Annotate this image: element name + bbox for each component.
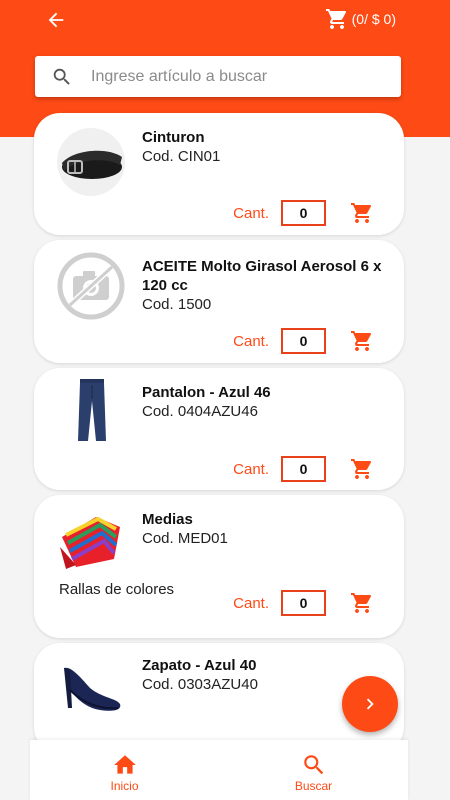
quantity-row: Cant. [233, 328, 374, 354]
quantity-input[interactable] [281, 590, 326, 616]
product-title: Pantalon - Azul 46 [142, 384, 271, 401]
product-card[interactable]: ACEITE Molto Girasol Aerosol 6 x 120 cc … [34, 240, 404, 363]
shoe-image [56, 654, 126, 724]
quantity-row: Cant. [233, 456, 374, 482]
product-title: ACEITE Molto Girasol Aerosol 6 x 120 cc [142, 258, 382, 294]
no-image-placeholder [56, 251, 126, 321]
add-to-cart-icon [351, 593, 372, 613]
quantity-label: Cant. [233, 204, 269, 222]
add-to-cart-button[interactable] [350, 457, 374, 481]
chevron-right-icon [366, 698, 374, 710]
back-button[interactable] [40, 6, 72, 34]
pants-image [56, 375, 126, 445]
nav-item-inicio[interactable]: Inicio [30, 740, 219, 800]
product-title: Cinturon [142, 129, 205, 146]
product-title: Zapato - Azul 40 [142, 657, 257, 674]
add-to-cart-icon [351, 459, 372, 479]
search-icon [53, 68, 70, 85]
belt-image [56, 127, 126, 197]
product-list: Cinturon Cod. CIN01 Cant. ACE [34, 113, 404, 758]
search-bar[interactable] [35, 56, 401, 97]
cart-summary-button[interactable]: (0/ $ 0) [325, 6, 396, 32]
cart-summary-text: (0/ $ 0) [351, 11, 396, 27]
nav-label-buscar: Buscar [294, 779, 333, 793]
quantity-label: Cant. [233, 460, 269, 478]
quantity-label: Cant. [233, 332, 269, 350]
search-icon [303, 755, 323, 775]
product-code: Cod. 1500 [142, 296, 212, 313]
quantity-input[interactable] [281, 456, 326, 482]
product-card[interactable]: Medias Cod. MED01 Rallas de colores Cant… [34, 495, 404, 638]
add-to-cart-icon [351, 203, 372, 223]
add-to-cart-button[interactable] [350, 591, 374, 615]
add-to-cart-button[interactable] [350, 201, 374, 225]
product-code: Cod. 0303AZU40 [142, 676, 258, 693]
nav-item-buscar[interactable]: Buscar [219, 740, 408, 800]
search-input[interactable] [91, 67, 371, 86]
home-icon [113, 755, 136, 774]
product-code: Cod. MED01 [142, 530, 228, 547]
add-to-cart-icon [351, 331, 372, 351]
product-code: Cod. CIN01 [142, 148, 221, 165]
socks-image [56, 507, 126, 577]
next-fab-button[interactable] [342, 676, 398, 732]
add-to-cart-button[interactable] [350, 329, 374, 353]
quantity-input[interactable] [281, 200, 326, 226]
arrow-left-icon [48, 12, 64, 28]
product-description: Rallas de colores [59, 581, 175, 598]
nav-label-inicio: Inicio [110, 779, 139, 793]
product-card[interactable]: Cinturon Cod. CIN01 Cant. [34, 113, 404, 235]
product-card[interactable]: Pantalon - Azul 46 Cod. 0404AZU46 Cant. [34, 368, 404, 490]
quantity-input[interactable] [281, 328, 326, 354]
quantity-row: Cant. [233, 590, 374, 616]
product-code: Cod. 0404AZU46 [142, 403, 258, 420]
bottom-navigation: Inicio Buscar [30, 740, 408, 800]
shopping-cart-icon [325, 9, 346, 29]
product-title: Medias [142, 511, 193, 528]
quantity-label: Cant. [233, 594, 269, 612]
quantity-row: Cant. [233, 200, 374, 226]
